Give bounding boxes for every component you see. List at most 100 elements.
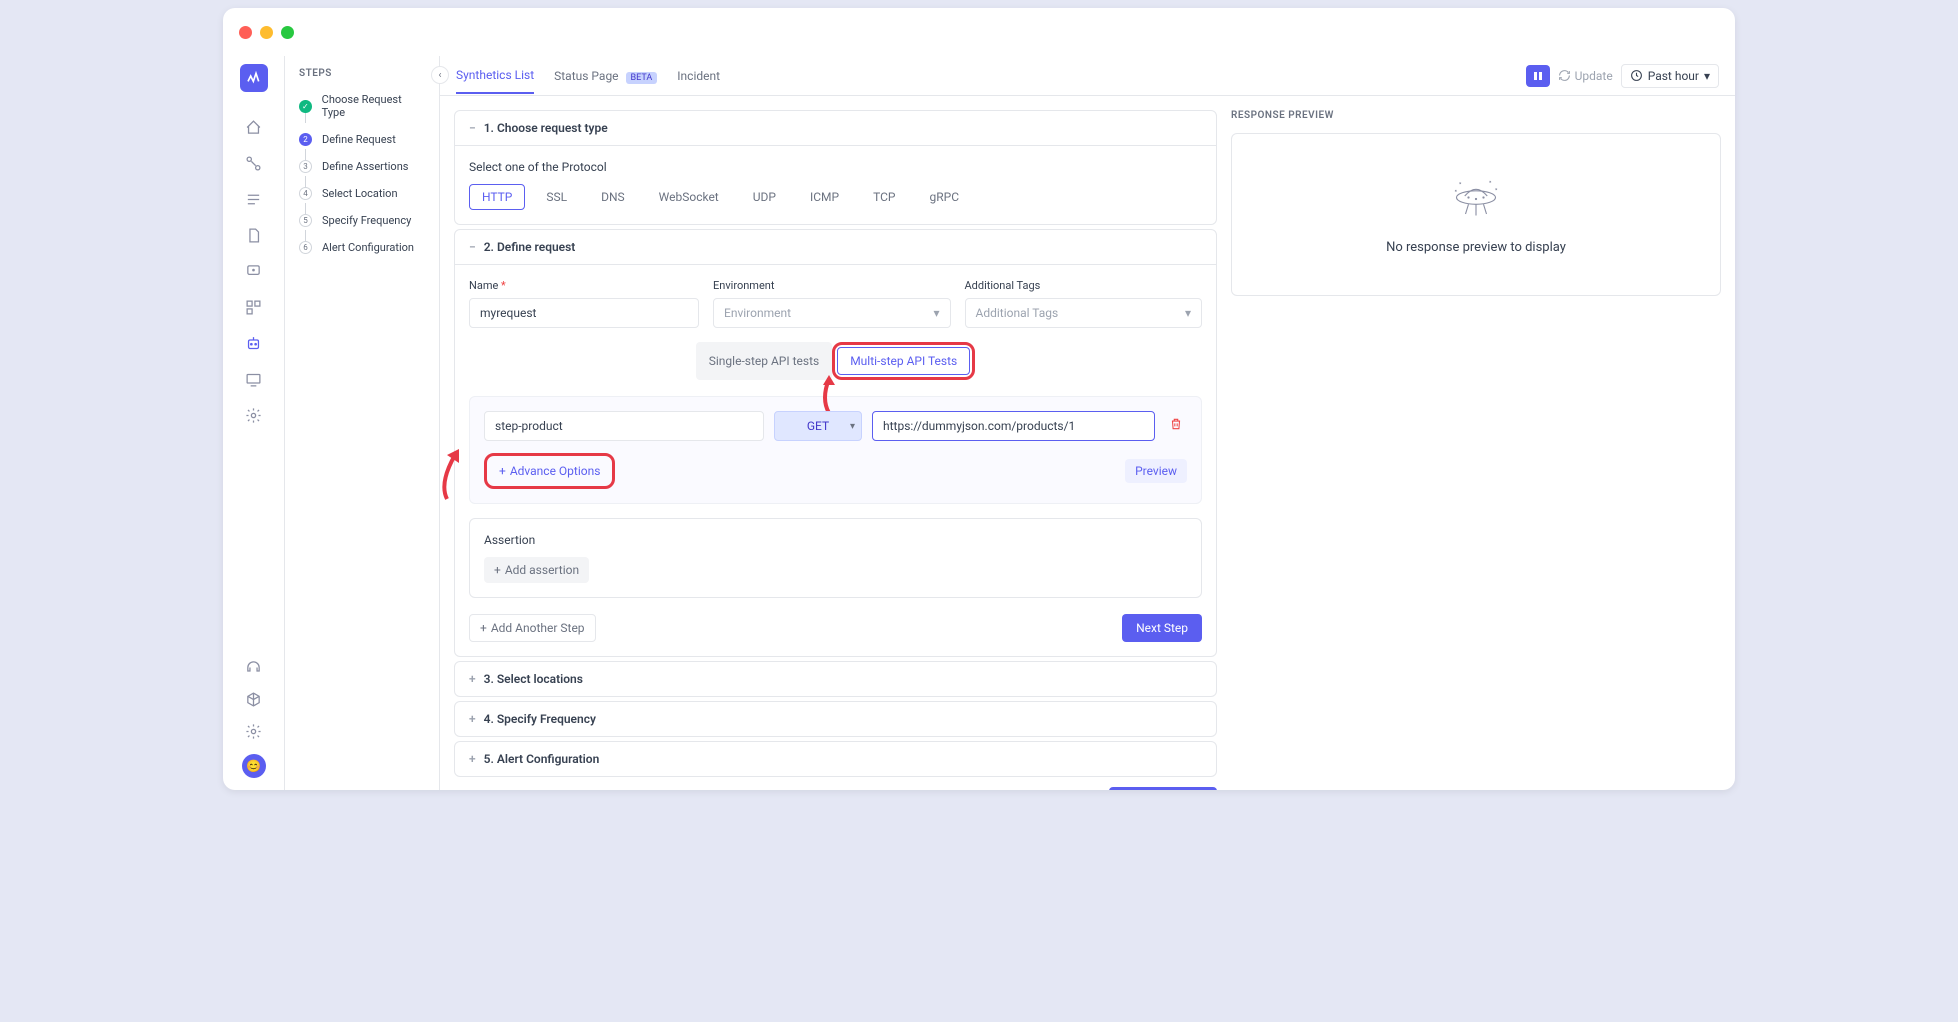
- section4-title: 4. Specify Frequency: [484, 712, 596, 726]
- ufo-icon: [1446, 174, 1506, 224]
- grid-icon[interactable]: [245, 298, 263, 316]
- plus-icon: +: [480, 621, 487, 635]
- expand-icon[interactable]: +: [469, 672, 476, 686]
- add-assertion-button[interactable]: + Add assertion: [484, 557, 589, 583]
- protocol-buttons: HTTP SSL DNS WebSocket UDP ICMP TCP gRPC: [469, 184, 1202, 210]
- tags-placeholder: Additional Tags: [976, 306, 1059, 320]
- name-input[interactable]: [469, 298, 699, 328]
- protocol-grpc[interactable]: gRPC: [916, 184, 972, 210]
- method-label: GET: [807, 419, 829, 433]
- url-input[interactable]: [872, 411, 1155, 441]
- protocol-label: Select one of the Protocol: [469, 160, 1202, 174]
- step-label: Choose Request Type: [322, 93, 425, 119]
- user-avatar[interactable]: 😊: [242, 754, 266, 778]
- delete-step-icon[interactable]: [1165, 417, 1187, 435]
- app-window: 😊 STEPS ‹ ✓ Choose Request Type 2 Define Re…: [223, 8, 1735, 790]
- step-label: Specify Frequency: [322, 214, 411, 227]
- step-number: 4: [299, 187, 312, 200]
- close-window-icon[interactable]: [239, 26, 252, 39]
- protocol-icmp[interactable]: ICMP: [797, 184, 852, 210]
- chevron-down-icon: ▾: [850, 421, 855, 432]
- collapse-icon[interactable]: −: [469, 121, 476, 135]
- step-label: Define Request: [322, 133, 396, 146]
- expand-icon[interactable]: +: [469, 712, 476, 726]
- tab-synthetics[interactable]: Synthetics List: [456, 58, 534, 94]
- refresh-icon: [1558, 69, 1571, 82]
- settings-icon[interactable]: [245, 722, 263, 740]
- minimize-window-icon[interactable]: [260, 26, 273, 39]
- chevron-down-icon: ▾: [1704, 69, 1710, 83]
- maximize-window-icon[interactable]: [281, 26, 294, 39]
- pause-button[interactable]: [1526, 65, 1550, 87]
- http-method-select[interactable]: GET ▾: [774, 411, 862, 441]
- protocol-http[interactable]: HTTP: [469, 184, 525, 210]
- beta-badge: BETA: [626, 72, 658, 84]
- step-number: ✓: [299, 100, 312, 113]
- monitor-icon[interactable]: [245, 370, 263, 388]
- environment-select[interactable]: Environment▾: [713, 298, 951, 328]
- form-column: − 1. Choose request type Select one of t…: [454, 110, 1217, 776]
- step-item[interactable]: 4 Select Location: [299, 187, 425, 200]
- connections-icon[interactable]: [245, 154, 263, 172]
- test-type-toggle: Single-step API tests Multi-step API Tes…: [469, 342, 1202, 380]
- step-item[interactable]: 6Alert Configuration: [299, 241, 425, 254]
- app-logo[interactable]: [240, 64, 268, 92]
- env-label: Environment: [713, 279, 951, 292]
- annotation-highlight-advance: + Advance Options: [484, 453, 615, 489]
- collapse-sidebar-button[interactable]: ‹: [431, 66, 449, 84]
- assertion-title: Assertion: [484, 533, 1187, 547]
- expand-icon[interactable]: +: [469, 752, 476, 766]
- response-preview-box: No response preview to display: [1231, 133, 1721, 296]
- alert-icon[interactable]: [245, 262, 263, 280]
- next-step-button[interactable]: Next Step: [1122, 614, 1202, 642]
- multi-step-button[interactable]: Multi-step API Tests: [837, 347, 970, 375]
- plus-icon: +: [494, 563, 501, 577]
- top-tabs: Synthetics List Status Page BETA Inciden…: [456, 58, 720, 94]
- left-nav-rail: 😊: [223, 56, 285, 790]
- step-configuration: GET ▾: [469, 396, 1202, 504]
- headset-icon[interactable]: [245, 658, 263, 676]
- update-button[interactable]: Update: [1558, 69, 1613, 83]
- tags-select[interactable]: Additional Tags▾: [965, 298, 1203, 328]
- step-number: 2: [299, 133, 312, 146]
- gear-icon[interactable]: [245, 406, 263, 424]
- time-range-select[interactable]: Past hour ▾: [1621, 64, 1719, 88]
- response-preview-column: RESPONSE PREVIEW No response preview to …: [1231, 110, 1721, 776]
- step-item[interactable]: 5Specify Frequency: [299, 214, 425, 227]
- step-item[interactable]: 2 Define Request: [299, 133, 425, 146]
- name-label: Name *: [469, 279, 699, 292]
- synthetics-icon[interactable]: [245, 334, 263, 352]
- top-actions: Update Past hour ▾: [1526, 64, 1719, 88]
- home-icon[interactable]: [245, 118, 263, 136]
- single-step-button[interactable]: Single-step API tests: [696, 342, 832, 380]
- steps-title: STEPS: [299, 68, 425, 79]
- document-icon[interactable]: [245, 226, 263, 244]
- protocol-websocket[interactable]: WebSocket: [646, 184, 732, 210]
- protocol-udp[interactable]: UDP: [740, 184, 789, 210]
- list-icon[interactable]: [245, 190, 263, 208]
- response-preview-title: RESPONSE PREVIEW: [1231, 110, 1721, 121]
- env-placeholder: Environment: [724, 306, 791, 320]
- tab-incident[interactable]: Incident: [677, 59, 720, 93]
- step-item[interactable]: 3Define Assertions: [299, 160, 425, 173]
- add-step-button[interactable]: + Add Another Step: [469, 614, 596, 642]
- tab-status-page[interactable]: Status Page BETA: [554, 59, 657, 93]
- assertion-box: Assertion + Add assertion: [469, 518, 1202, 598]
- step-label: Select Location: [322, 187, 398, 200]
- cube-icon[interactable]: [245, 690, 263, 708]
- response-preview-empty-text: No response preview to display: [1252, 240, 1700, 255]
- collapse-icon[interactable]: −: [469, 240, 476, 254]
- step-item[interactable]: ✓ Choose Request Type: [299, 93, 425, 119]
- protocol-ssl[interactable]: SSL: [533, 184, 580, 210]
- main-content: Synthetics List Status Page BETA Inciden…: [440, 56, 1735, 790]
- create-monitor-button[interactable]: Create Monitor: [1109, 787, 1217, 790]
- section5-title: 5. Alert Configuration: [484, 752, 600, 766]
- protocol-tcp[interactable]: TCP: [860, 184, 908, 210]
- tab-status-page-label: Status Page: [554, 69, 618, 83]
- advance-options-button[interactable]: + Advance Options: [489, 458, 610, 484]
- step-name-input[interactable]: [484, 411, 764, 441]
- preview-button[interactable]: Preview: [1125, 459, 1187, 483]
- protocol-dns[interactable]: DNS: [588, 184, 638, 210]
- tags-label: Additional Tags: [965, 279, 1203, 292]
- section1-title: 1. Choose request type: [484, 121, 608, 135]
